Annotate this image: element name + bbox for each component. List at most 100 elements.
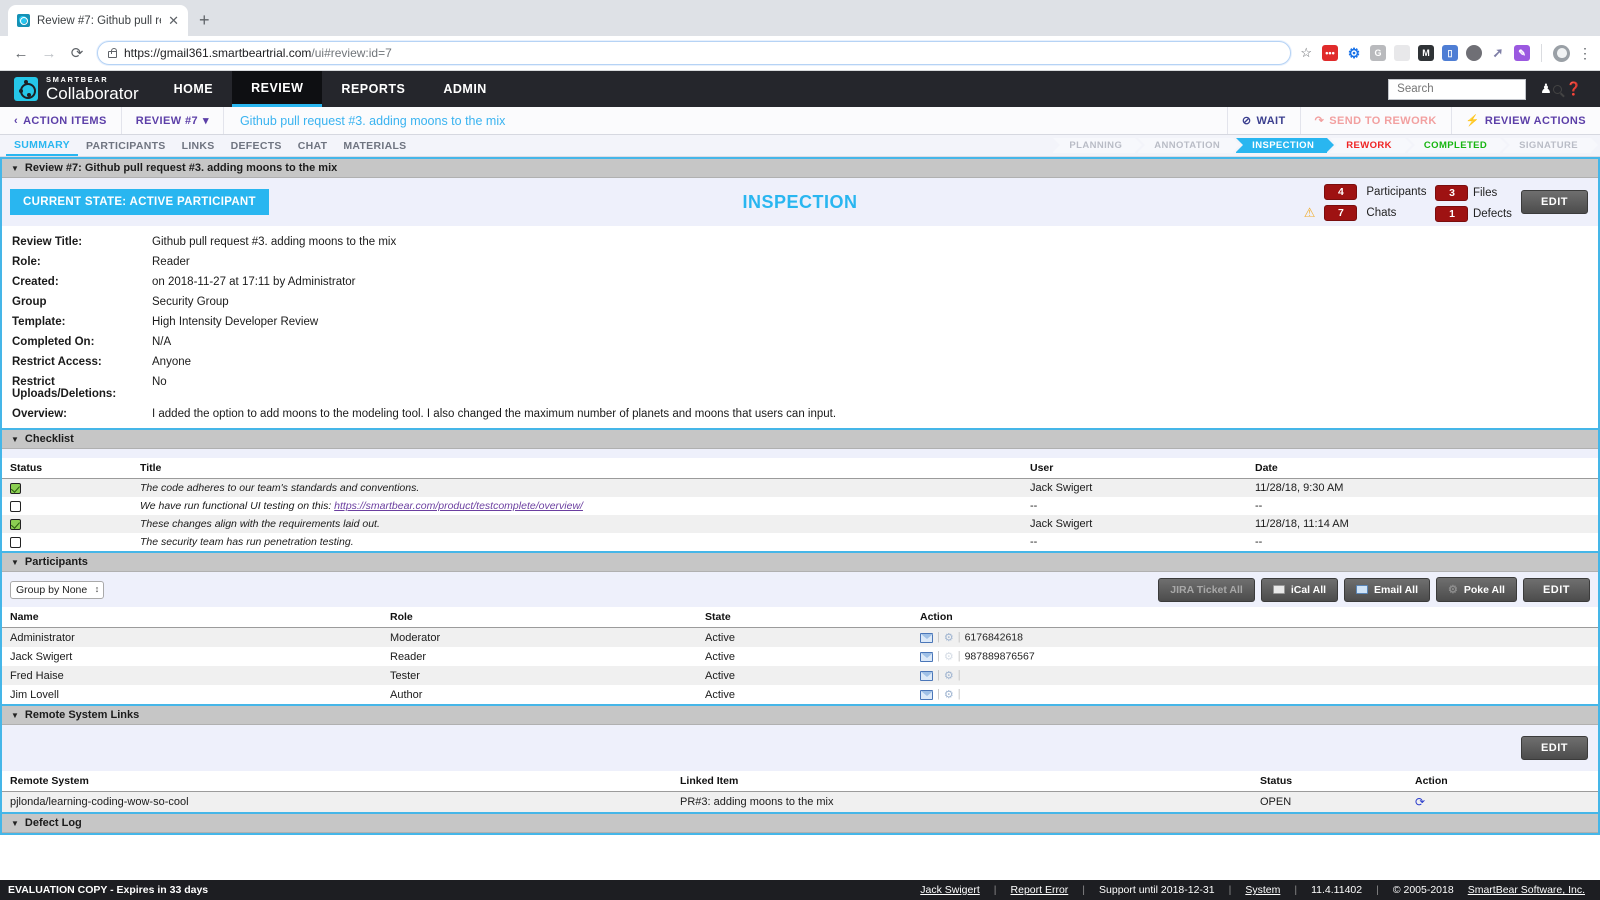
group-by-select[interactable]: Group by None — [10, 581, 104, 599]
sync-icon[interactable]: ⟳ — [1415, 795, 1425, 809]
screencast-extension-icon[interactable]: ▯ — [1442, 45, 1458, 61]
participants-count-badge[interactable]: 4 — [1324, 184, 1357, 200]
help-icon[interactable]: ❓ — [1566, 81, 1582, 97]
address-bar[interactable]: https://gmail361.smartbeartrial.com/ui#r… — [97, 41, 1291, 65]
gear-icon[interactable]: ⚙ — [944, 689, 954, 701]
ical-all-button[interactable]: iCal All — [1261, 578, 1338, 602]
email-all-button[interactable]: Email All — [1344, 578, 1430, 602]
chrome-menu-icon[interactable]: ⋮ — [1578, 49, 1592, 57]
report-error-link[interactable]: Report Error — [1011, 884, 1069, 896]
checkbox-checked-icon[interactable] — [10, 483, 21, 494]
email-icon[interactable] — [920, 690, 933, 700]
system-link[interactable]: System — [1245, 884, 1280, 896]
pin-extension-icon[interactable]: ➚ — [1490, 45, 1506, 61]
table-row[interactable]: These changes align with the requirement… — [2, 515, 1598, 533]
forward-icon[interactable]: → — [36, 40, 62, 66]
markdown-extension-icon[interactable]: M — [1418, 45, 1434, 61]
tab-participants[interactable]: PARTICIPANTS — [78, 135, 174, 156]
wait-button[interactable]: ⊘ WAIT — [1227, 107, 1300, 134]
edit-remote-links-button[interactable]: EDIT — [1521, 736, 1588, 760]
new-tab-button[interactable]: + — [199, 10, 210, 31]
checklist-status[interactable] — [2, 515, 132, 533]
collapse-caret-icon[interactable]: ▼ — [11, 435, 19, 444]
gear-icon[interactable]: ⚙ — [944, 632, 954, 644]
tab-chat[interactable]: CHAT — [290, 135, 336, 156]
search-icon[interactable] — [1553, 85, 1562, 94]
checklist-status[interactable] — [2, 533, 132, 551]
email-icon[interactable] — [920, 671, 933, 681]
step-rework[interactable]: REWORK — [1330, 138, 1405, 153]
collapse-caret-icon[interactable]: ▼ — [11, 558, 19, 567]
browser-tab[interactable]: Review #7: Github pull request ✕ — [8, 5, 188, 36]
step-planning[interactable]: PLANNING — [1053, 138, 1135, 153]
tab-links[interactable]: LINKS — [174, 135, 223, 156]
tab-summary[interactable]: SUMMARY — [6, 135, 78, 156]
gear-icon[interactable]: ⚙ — [944, 670, 954, 682]
settings-extension-icon[interactable]: ⚙ — [1346, 45, 1362, 61]
user-icon[interactable]: ♟ — [1540, 81, 1552, 97]
nav-item-home[interactable]: HOME — [155, 71, 233, 107]
step-inspection[interactable]: INSPECTION — [1236, 138, 1327, 153]
gear-icon[interactable]: ⚙ — [944, 651, 954, 663]
field-value: on 2018-11-27 at 17:11 by Administrator — [152, 276, 1598, 288]
jira-ticket-all-button[interactable]: JIRA Ticket All — [1158, 578, 1255, 602]
table-row[interactable]: pjlonda/learning-coding-wow-so-cool PR#3… — [2, 792, 1598, 813]
checklist-panel-header[interactable]: ▼ Checklist — [2, 430, 1598, 449]
grammarly-extension-icon[interactable]: G — [1370, 45, 1386, 61]
lastpass-extension-icon[interactable]: ••• — [1322, 45, 1338, 61]
moon-extension-icon[interactable] — [1466, 45, 1482, 61]
review-actions-button[interactable]: ⚡ REVIEW ACTIONS — [1451, 107, 1600, 134]
back-icon[interactable]: ← — [8, 40, 34, 66]
step-signature[interactable]: SIGNATURE — [1503, 138, 1591, 153]
poke-all-button[interactable]: ⚙ Poke All — [1436, 577, 1517, 602]
checkbox-unchecked-icon[interactable] — [10, 501, 21, 512]
checklist-link[interactable]: https://smartbear.com/product/testcomple… — [334, 500, 583, 512]
table-row[interactable]: The security team has run penetration te… — [2, 533, 1598, 551]
participants-panel-header[interactable]: ▼ Participants — [2, 553, 1598, 572]
review-panel-header[interactable]: ▼ Review #7: Github pull request #3. add… — [2, 159, 1598, 178]
checklist-status[interactable] — [2, 497, 132, 515]
chats-count-badge[interactable]: 7 — [1324, 205, 1357, 221]
table-row[interactable]: Fred Haise Tester Active |⚙| — [2, 666, 1598, 685]
email-icon[interactable] — [920, 633, 933, 643]
email-icon[interactable] — [920, 652, 933, 662]
checklist-status[interactable] — [2, 479, 132, 498]
search-box[interactable] — [1388, 79, 1526, 100]
profile-avatar-icon[interactable] — [1553, 45, 1570, 62]
bookmark-star-icon[interactable]: ☆ — [1300, 45, 1312, 61]
files-count-badge[interactable]: 3 — [1435, 185, 1468, 201]
checkbox-unchecked-icon[interactable] — [10, 537, 21, 548]
review-selector[interactable]: REVIEW #7 ▾ — [122, 107, 224, 134]
tab-defects[interactable]: DEFECTS — [223, 135, 290, 156]
collapse-caret-icon[interactable]: ▼ — [11, 819, 19, 828]
step-completed[interactable]: COMPLETED — [1408, 138, 1500, 153]
action-items-button[interactable]: ‹ ACTION ITEMS — [0, 107, 122, 134]
search-input[interactable] — [1395, 82, 1553, 96]
table-row[interactable]: Jack Swigert Reader Active |⚙|9878898765… — [2, 647, 1598, 666]
defects-count-badge[interactable]: 1 — [1435, 206, 1468, 222]
edit-participants-button[interactable]: EDIT — [1523, 578, 1590, 602]
circle-extension-icon[interactable] — [1394, 45, 1410, 61]
remote-links-panel-header[interactable]: ▼ Remote System Links — [2, 706, 1598, 725]
defect-log-panel-header[interactable]: ▼ Defect Log — [2, 814, 1598, 833]
checkbox-checked-icon[interactable] — [10, 519, 21, 530]
company-link[interactable]: SmartBear Software, Inc. — [1468, 884, 1585, 896]
close-icon[interactable]: ✕ — [168, 14, 179, 27]
table-row[interactable]: Administrator Moderator Active |⚙|617684… — [2, 628, 1598, 648]
table-row[interactable]: We have run functional UI testing on thi… — [2, 497, 1598, 515]
edit-review-button[interactable]: EDIT — [1521, 190, 1588, 214]
nav-item-reports[interactable]: REPORTS — [322, 71, 424, 107]
collapse-caret-icon[interactable]: ▼ — [11, 164, 19, 173]
table-row[interactable]: The code adheres to our team's standards… — [2, 479, 1598, 498]
brand-logo-group[interactable]: SMARTBEAR Collaborator — [0, 71, 155, 107]
collapse-caret-icon[interactable]: ▼ — [11, 711, 19, 720]
tab-materials[interactable]: MATERIALS — [335, 135, 414, 156]
footer-user-link[interactable]: Jack Swigert — [920, 884, 980, 896]
nav-item-review[interactable]: REVIEW — [232, 71, 322, 107]
reload-icon[interactable]: ⟳ — [64, 40, 90, 66]
nav-item-admin[interactable]: ADMIN — [424, 71, 505, 107]
notes-extension-icon[interactable]: ✎ — [1514, 45, 1530, 61]
step-annotation[interactable]: ANNOTATION — [1138, 138, 1233, 153]
table-row[interactable]: Jim Lovell Author Active |⚙| — [2, 685, 1598, 704]
review-title[interactable]: Github pull request #3. adding moons to … — [224, 107, 1227, 134]
